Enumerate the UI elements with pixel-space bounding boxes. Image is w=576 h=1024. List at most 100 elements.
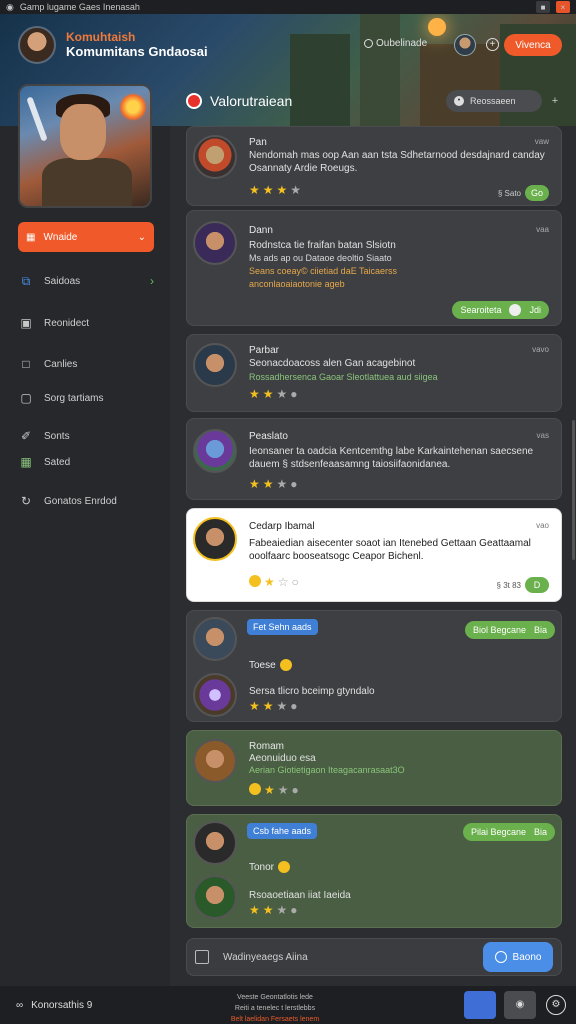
window-minimize-button[interactable]: ■ xyxy=(536,1,550,13)
gamepad-icon: ◉ xyxy=(6,1,14,12)
terminal-icon: ▣ xyxy=(20,316,32,330)
star-icon: ★ xyxy=(249,387,260,401)
message-input[interactable]: Wadinyeaegs Aiina xyxy=(223,952,308,963)
post-avatar[interactable] xyxy=(193,517,237,561)
post-subtext: Rossadhersenca Gaoar Sleotlattuea aud si… xyxy=(249,372,438,382)
attach-checkbox[interactable] xyxy=(195,950,209,964)
send-button[interactable]: Baono xyxy=(483,942,553,972)
star-icon: ● xyxy=(290,387,298,401)
star-icon: ★ xyxy=(262,387,274,401)
post-card[interactable]: Parbar vavo Seonacdoacoss alen Gan acage… xyxy=(186,334,562,412)
sidebar-item-active[interactable]: ▦ Wnaide ⌄ xyxy=(18,222,154,252)
post-author[interactable]: Dann xyxy=(249,225,273,236)
footer-notice: Veeste Geontatlotis lede Reiti a tenelec… xyxy=(230,994,320,1023)
primary-action-button[interactable]: Vivenca xyxy=(504,34,562,56)
post-avatar[interactable] xyxy=(193,821,237,865)
friend-avatar[interactable] xyxy=(454,34,476,56)
group-tag[interactable]: Fet Sehn aads xyxy=(247,619,318,635)
rating-stars: ★ ★ ★ ● xyxy=(249,903,298,917)
post-time: vavo xyxy=(532,345,549,354)
record-icon xyxy=(186,93,202,109)
rating-stars: ★ ★ ● xyxy=(249,783,299,797)
post-card-group[interactable]: Fet Sehn aads Biol Begcane Bia Toese Ser… xyxy=(186,610,562,722)
feed-scrollbar[interactable] xyxy=(572,420,575,560)
join-pill[interactable]: Pilai Begcane Bia xyxy=(462,823,555,841)
sidebar-item-sated[interactable]: ▦ Sated xyxy=(18,451,154,473)
star-icon: ○ xyxy=(291,575,299,589)
flag-button[interactable] xyxy=(464,991,496,1019)
chat-icon: □ xyxy=(22,357,30,371)
star-icon: ★ xyxy=(276,477,288,491)
shield-icon: ⧉ xyxy=(21,273,31,288)
star-icon: ☆ xyxy=(277,575,289,589)
post-time: vas xyxy=(536,431,549,440)
post-subtext: Aerian Giotietigaon Iteagacanrasaat3O xyxy=(249,765,405,775)
plus-icon[interactable]: + xyxy=(548,95,562,107)
filter-button[interactable]: • Reossaeen xyxy=(446,90,542,112)
sidebar-item-sorg[interactable]: ▢ Sorg tartiams xyxy=(18,387,154,409)
post-author[interactable]: Parbar xyxy=(249,345,279,356)
post-card-group[interactable]: Csb fahe aads Pilai Begcane Bia Tonor Rs… xyxy=(186,814,562,928)
add-icon[interactable]: + xyxy=(486,38,499,51)
sidebar-item-sonts[interactable]: ✐ Sonts xyxy=(18,425,154,447)
community-link[interactable]: ∞ Konorsathis 9 xyxy=(16,1000,92,1011)
join-pill[interactable]: Biol Begcane Bia xyxy=(464,621,555,639)
sidebar-item-canlies[interactable]: □ Canlies xyxy=(18,353,154,375)
post-author[interactable]: Peaslato xyxy=(249,431,288,442)
spiral-icon: ↻ xyxy=(20,494,32,508)
toggle-knob xyxy=(509,304,522,316)
post-author[interactable]: Romam xyxy=(249,741,284,752)
user-avatar[interactable] xyxy=(18,26,56,64)
online-status[interactable]: Oubelinade xyxy=(364,38,427,49)
star-icon: ● xyxy=(290,903,298,917)
sidebar-item-saidoas[interactable]: ⧉ Saidoas › xyxy=(18,270,154,292)
sidebar-item-reonidect[interactable]: ▣ Reonidect xyxy=(18,312,154,334)
star-icon: ★ xyxy=(249,699,260,713)
smile-icon xyxy=(249,575,261,587)
link-icon: ∞ xyxy=(16,999,24,1011)
rating-stars: ★ ★ ★ ● xyxy=(249,699,298,713)
post-avatar[interactable] xyxy=(193,617,237,661)
post-subtext: Seans coeay© ciietiad daE Taicaerss xyxy=(249,266,398,276)
star-icon: ★ xyxy=(262,183,274,197)
post-avatar[interactable] xyxy=(193,221,237,265)
sidebar-item-gonatos[interactable]: ↻ Gonatos Enrdod xyxy=(18,490,154,512)
post-author[interactable]: Pan xyxy=(249,137,267,148)
post-line: Tonor xyxy=(249,861,291,873)
reaction-counter: § 3t 83 xyxy=(496,581,521,590)
post-card[interactable]: Pan vaw Nendomah mas oop Aan aan tsta Sd… xyxy=(186,126,562,206)
send-icon xyxy=(494,951,507,963)
post-text: Nendomah mas oop Aan aan tsta Sdhetarnoo… xyxy=(249,150,545,174)
emoji-icon xyxy=(278,861,291,873)
star-icon: ★ xyxy=(249,903,260,917)
post-avatar[interactable] xyxy=(193,875,237,919)
toggle-pill[interactable]: Searoiteta Jdi xyxy=(452,301,549,319)
window-close-button[interactable]: × xyxy=(556,1,570,13)
status-icon xyxy=(364,39,373,48)
post-text: Seonacdoacoss alen Gan acagebinot xyxy=(249,358,416,369)
settings-icon[interactable]: ⚙ xyxy=(546,995,566,1015)
post-card[interactable]: Romam Aeonuiduo esa Aerian Giotietigaon … xyxy=(186,730,562,806)
post-avatar[interactable] xyxy=(193,343,237,387)
post-card[interactable]: Peaslato vas Ieonsaner ta oadcia Kentcem… xyxy=(186,418,562,500)
feed-title: Valorutraiean xyxy=(210,93,293,109)
post-avatar[interactable] xyxy=(193,429,237,473)
post-time: vaa xyxy=(536,225,549,234)
post-author[interactable]: Cedarp Ibamal xyxy=(249,521,315,532)
post-card-highlighted[interactable]: Cedarp Ibamal vao Fabeaiedian aisecenter… xyxy=(186,508,562,602)
star-icon: ★ xyxy=(262,699,274,713)
header-title: Komumitans Gndaosai xyxy=(66,44,208,59)
star-icon: ★ xyxy=(249,183,260,197)
react-button[interactable]: D xyxy=(525,577,549,593)
group-tag[interactable]: Csb fahe aads xyxy=(247,823,318,839)
post-time: vao xyxy=(536,521,549,530)
post-card[interactable]: Dann vaa Rodnstca tie fraifan batan Slsi… xyxy=(186,210,562,326)
chevron-right-icon: › xyxy=(150,274,154,288)
camera-button[interactable]: ◉ xyxy=(504,991,536,1019)
post-avatar[interactable] xyxy=(193,135,237,179)
react-button[interactable]: Go xyxy=(525,185,549,201)
star-icon: ★ xyxy=(276,699,288,713)
window-icon: ▢ xyxy=(20,391,32,405)
post-avatar[interactable] xyxy=(193,739,237,783)
post-avatar[interactable] xyxy=(193,673,237,717)
